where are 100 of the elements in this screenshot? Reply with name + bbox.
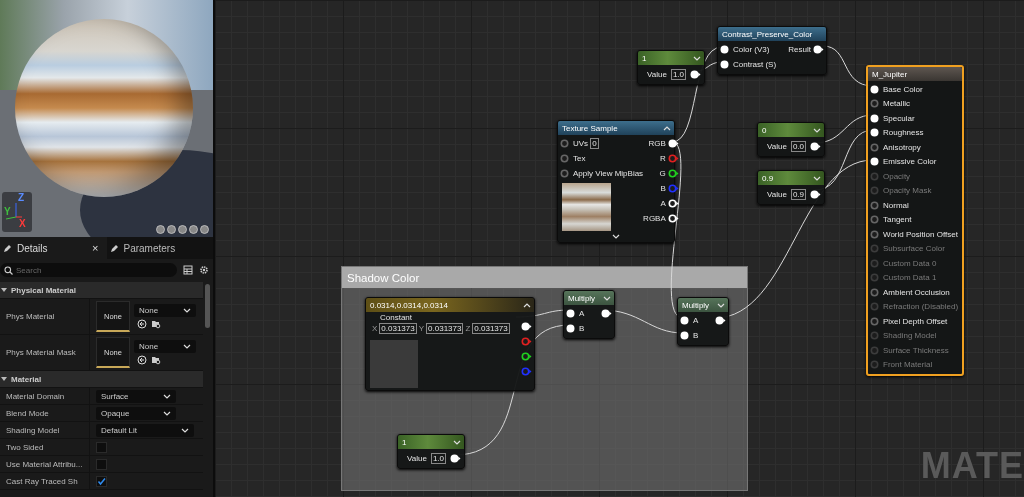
pin-icon[interactable] — [566, 309, 577, 318]
search-icon — [4, 265, 13, 275]
pin-icon[interactable] — [667, 214, 679, 223]
pin-icon[interactable] — [601, 309, 612, 318]
property-dropdown[interactable]: Surface — [96, 389, 176, 403]
pin-icon[interactable] — [667, 139, 679, 148]
checkbox[interactable] — [96, 475, 107, 487]
pin-label: Apply View MipBias — [573, 169, 644, 178]
pin-icon[interactable] — [521, 352, 532, 361]
settings-icon[interactable] — [199, 265, 209, 275]
comment-title: Shadow Color — [347, 271, 420, 284]
asset-dropdown[interactable]: None — [134, 340, 196, 353]
search-field[interactable]: Search — [0, 263, 177, 277]
pin-label: Subsurface Color — [883, 244, 945, 254]
pin-icon[interactable] — [870, 84, 881, 94]
pin-icon[interactable] — [566, 324, 577, 333]
value-field[interactable]: 0.031373 — [472, 323, 510, 334]
value-field[interactable]: 0.031373 — [379, 323, 417, 334]
pin-label: Value — [767, 141, 787, 151]
pin-icon[interactable] — [810, 141, 821, 151]
pin-icon[interactable] — [870, 113, 881, 123]
node-header[interactable]: 0.0314,0.0314,0.0314 — [366, 298, 534, 312]
property-dropdown[interactable]: Default Lit — [96, 423, 194, 437]
pin-icon[interactable] — [690, 69, 701, 79]
pin-label: Shading Model — [883, 331, 937, 341]
pin-icon[interactable] — [870, 157, 881, 167]
pin-label: Refraction (Disabled) — [883, 302, 959, 312]
value-field[interactable]: 0.031373 — [426, 323, 464, 334]
node-title: 0.0314,0.0314,0.0314 — [370, 300, 448, 310]
node-header[interactable]: Texture Sample — [558, 121, 674, 135]
scrollbar-thumb[interactable] — [205, 284, 210, 328]
node-header[interactable]: M_Jupiter — [868, 67, 962, 81]
table-icon[interactable] — [183, 265, 193, 275]
node-header[interactable]: 0 — [758, 123, 824, 137]
property-dropdown[interactable]: Opaque — [96, 406, 176, 420]
chevron-up-icon[interactable] — [523, 301, 531, 309]
checkbox[interactable] — [96, 441, 107, 453]
pin-label: G — [659, 169, 666, 178]
texture-thumbnail — [562, 183, 611, 231]
value-field[interactable]: 0 — [590, 138, 599, 149]
node-label: Constant — [379, 313, 414, 322]
value-field[interactable]: 0.0 — [790, 140, 806, 152]
pin-icon[interactable] — [521, 322, 532, 331]
panel-tab[interactable]: Details × — [0, 237, 107, 259]
vector-constant-node[interactable]: 0.0314,0.0314,0.0314 Constant X 0.031373 Y 0.031373 Z 0.031373 — [365, 297, 535, 391]
chevron-down-icon[interactable] — [612, 233, 620, 240]
close-button[interactable]: × — [92, 242, 99, 254]
chevron-down-icon[interactable] — [453, 438, 461, 446]
multiply-node[interactable]: Multiply A B — [563, 290, 615, 339]
pin-label: Normal — [883, 200, 909, 210]
pin-label: Anisotropy — [883, 142, 921, 152]
arrow-left-circle-icon[interactable] — [137, 355, 147, 365]
pin-icon[interactable] — [680, 331, 691, 340]
section-header[interactable]: Material — [0, 371, 203, 388]
axis-label: Z — [465, 324, 471, 333]
material-output-node[interactable] — [866, 65, 964, 376]
value-field[interactable]: 1.0 — [670, 68, 686, 80]
multiply-node[interactable]: Multiply A B — [677, 297, 729, 346]
chevron-down-icon[interactable] — [813, 126, 821, 134]
axis-label: Y — [4, 207, 11, 217]
value-field[interactable]: 1.0 — [430, 452, 446, 464]
pencil-icon — [109, 243, 119, 253]
pin-icon[interactable] — [810, 189, 821, 199]
folder-search-icon[interactable] — [151, 319, 161, 329]
section-header[interactable]: Physical Material — [0, 282, 203, 299]
chevron-down-icon[interactable] — [813, 174, 821, 182]
value-field[interactable]: 0.9 — [790, 188, 806, 200]
pin-label: Metallic — [883, 99, 911, 109]
node-header[interactable]: 1 — [638, 51, 704, 65]
chevron-up-icon[interactable] — [663, 124, 671, 132]
pin-icon[interactable] — [680, 316, 691, 325]
folder-search-icon[interactable] — [151, 355, 161, 365]
pin-label: A — [693, 316, 699, 325]
arrow-left-circle-icon[interactable] — [137, 319, 147, 329]
node-header[interactable]: 1 — [398, 435, 464, 449]
constant-node[interactable]: 1 Value 1.0 — [637, 50, 705, 85]
function-node[interactable]: Contrast_Preserve_Color Color (V3) Contrast (S) Result — [717, 26, 827, 75]
pin-icon[interactable] — [667, 169, 679, 178]
pin-label: A — [579, 309, 585, 318]
pin-icon[interactable] — [813, 45, 824, 54]
constant-node[interactable]: 1 Value 1.0 — [397, 434, 465, 469]
pin-icon[interactable] — [667, 199, 679, 208]
pin-icon[interactable] — [720, 45, 731, 54]
pin-icon[interactable] — [715, 316, 726, 325]
constant-node[interactable]: 0.9 Value 0.9 — [757, 170, 825, 205]
pin-label: World Position Offset — [883, 229, 958, 239]
node-header[interactable]: Multiply — [564, 291, 614, 305]
constant-node[interactable]: 0 Value 0.0 — [757, 122, 825, 157]
property-label: Material Domain — [0, 388, 90, 404]
chevron-down-icon[interactable] — [693, 54, 701, 62]
asset-dropdown[interactable]: None — [134, 304, 196, 317]
node-header[interactable]: Multiply — [678, 298, 728, 312]
pin-icon[interactable] — [450, 453, 461, 463]
panel-tab[interactable]: Parameters — [106, 237, 213, 259]
pin-label: B — [693, 331, 699, 340]
checkbox[interactable] — [96, 458, 107, 470]
node-header[interactable]: Contrast_Preserve_Color — [718, 27, 826, 41]
node-header[interactable]: 0.9 — [758, 171, 824, 185]
pin-icon[interactable] — [870, 128, 881, 138]
pin-icon[interactable] — [720, 60, 731, 69]
